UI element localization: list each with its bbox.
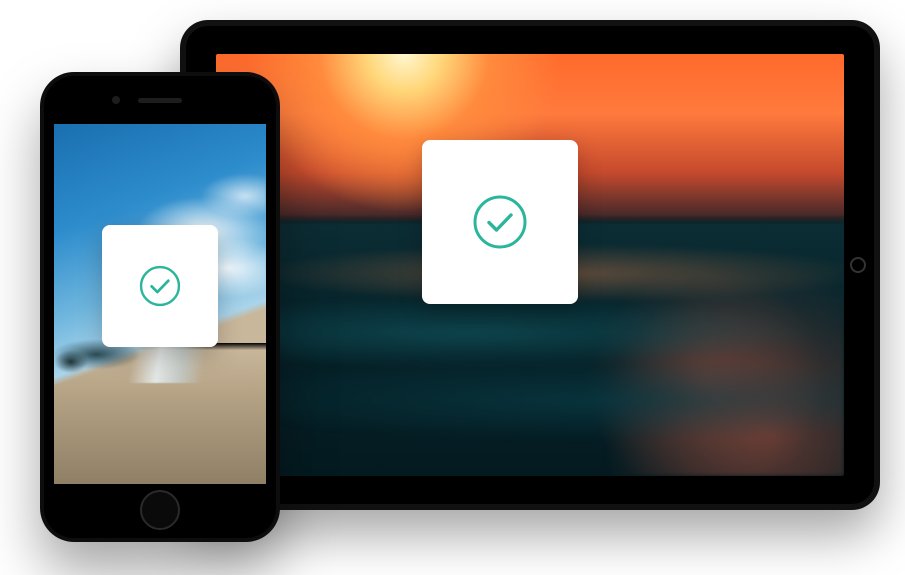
- phone-home-button-icon: [140, 490, 180, 530]
- tablet-success-card: [422, 140, 578, 304]
- phone-speaker-icon: [138, 98, 182, 103]
- checkmark-circle-icon: [138, 264, 182, 308]
- phone-camera-icon: [112, 96, 120, 104]
- checkmark-circle-icon: [471, 193, 529, 251]
- tablet-home-button-icon: [850, 257, 866, 273]
- phone-success-card: [102, 225, 218, 347]
